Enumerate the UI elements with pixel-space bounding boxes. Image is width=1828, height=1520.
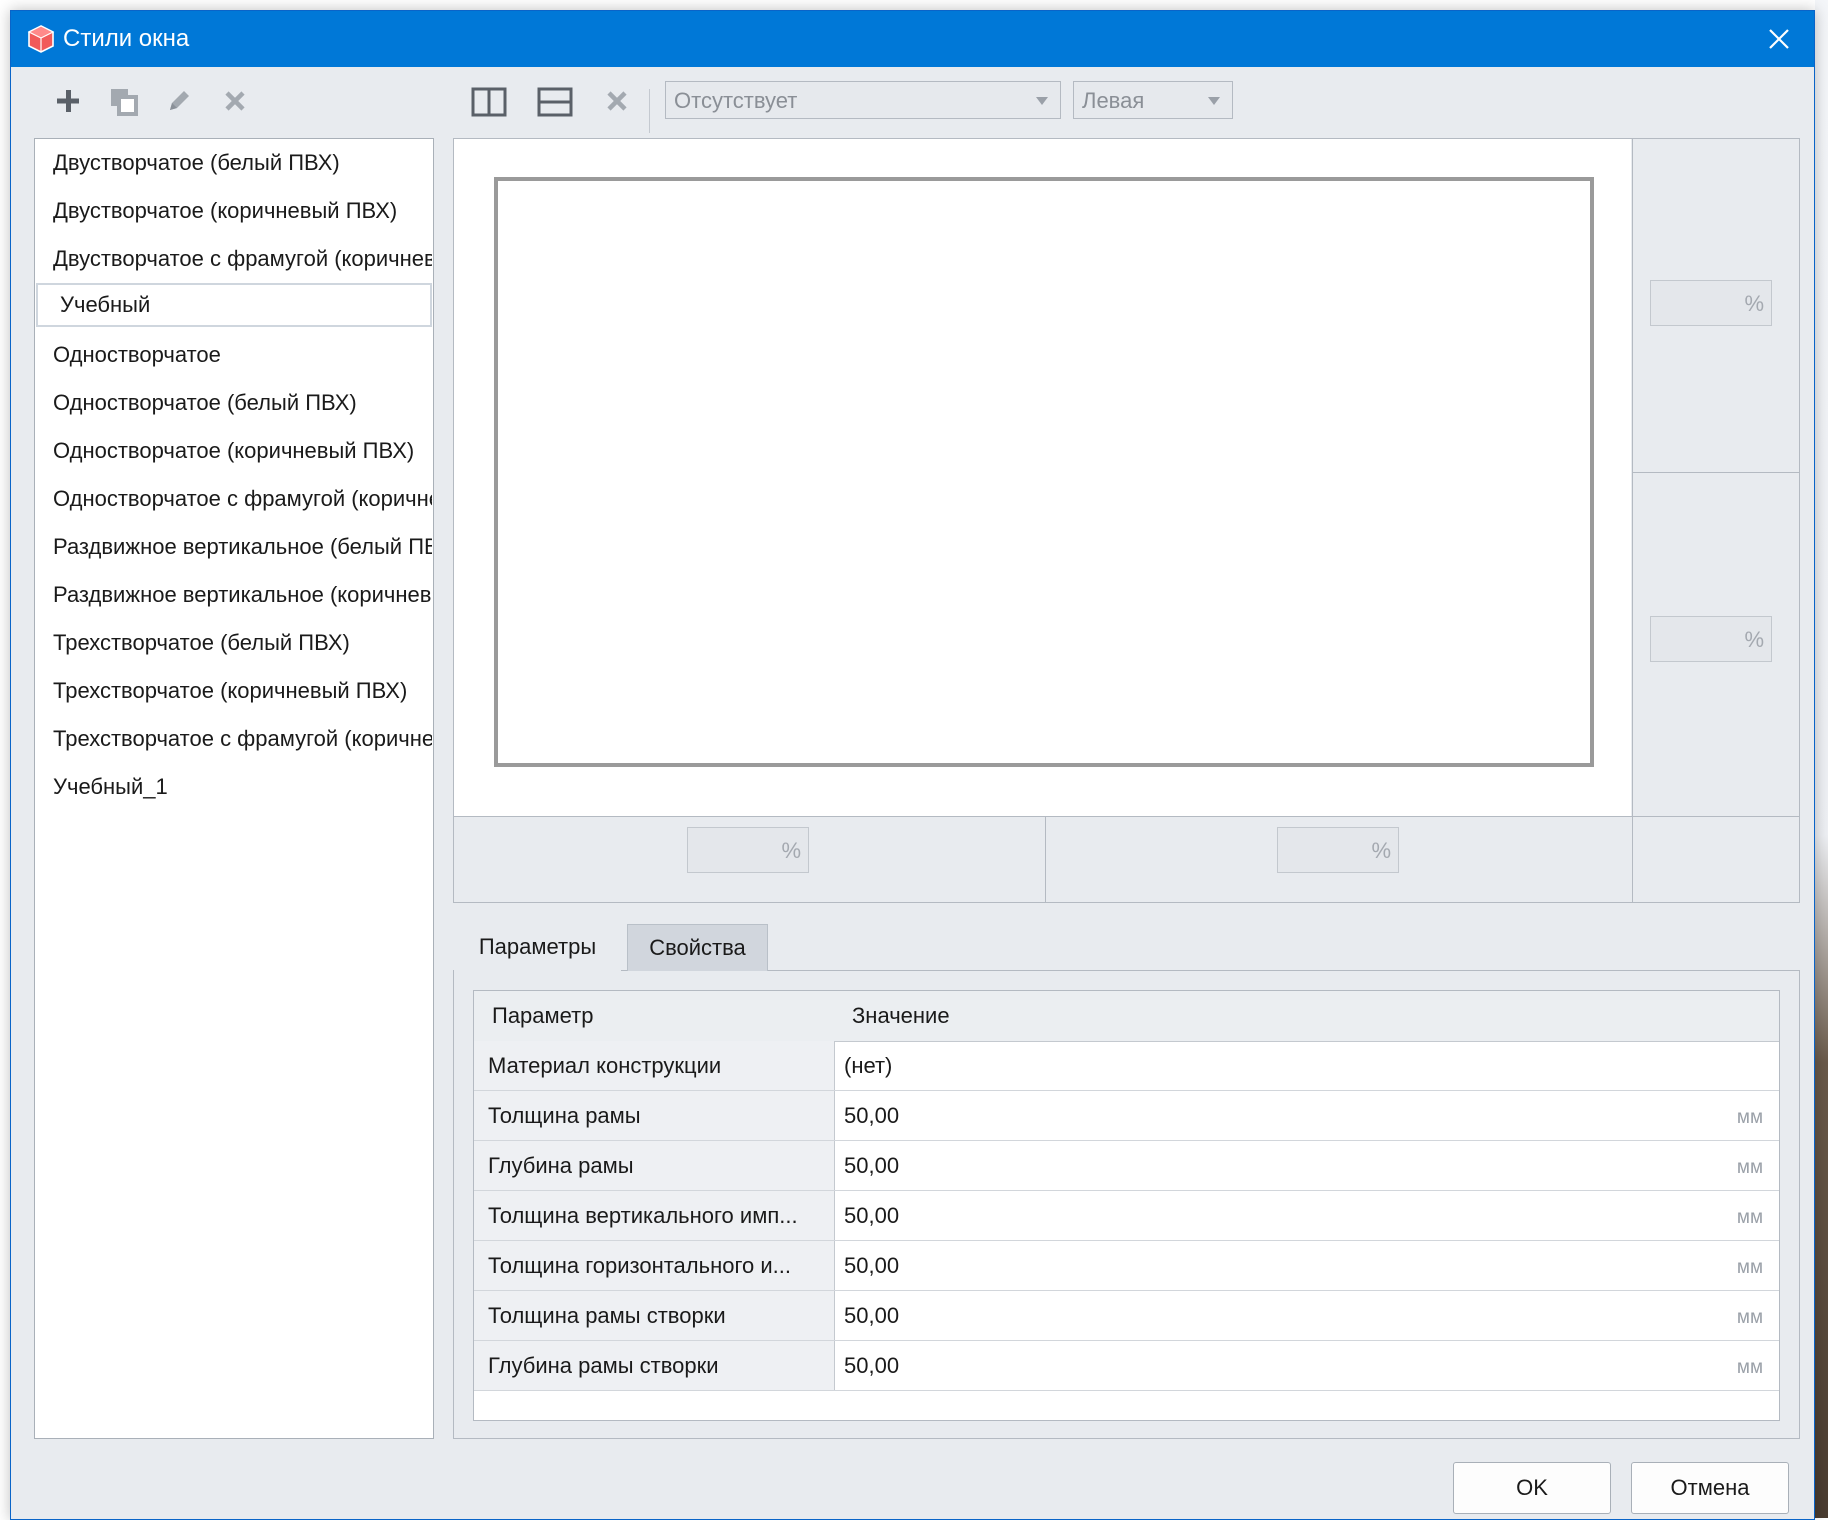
param-unit: мм [1736,1107,1763,1128]
list-item[interactable]: Раздвижное вертикальное (белый ПВХ) [36,525,432,569]
param-value[interactable]: (нет) [844,1041,892,1090]
tab-parameters[interactable]: Параметры [454,924,621,971]
grid-header: Параметр Значение [474,991,1779,1042]
table-row[interactable]: Толщина горизонтального и... 50,00 мм [474,1241,1779,1291]
split-horizontal-icon [537,87,573,117]
list-item[interactable]: Двустворчатое (коричневый ПВХ) [36,189,432,233]
hinge-side-select[interactable]: Левая [1073,81,1233,119]
param-name: Глубина рамы [474,1141,834,1190]
delete-icon [225,91,245,111]
split-vertical-button[interactable] [463,79,507,123]
param-value[interactable]: 50,00 [844,1241,899,1290]
split-vertical-icon [471,87,507,117]
param-unit: мм [1736,1357,1763,1378]
list-item[interactable]: Одностворчатое (белый ПВХ) [36,381,432,425]
delete-style-button[interactable] [213,79,257,123]
tab-properties[interactable]: Свойства [627,924,768,971]
cube-icon [26,24,56,54]
list-item[interactable]: Учебный_1 [36,765,432,809]
list-item-selected[interactable]: Учебный [36,283,432,327]
percent-sign: % [1744,291,1764,316]
list-item[interactable]: Трехстворчатое (коричневый ПВХ) [36,669,432,713]
window-styles-dialog: Стили окна Отсутствует Левая Двустворчат… [10,10,1815,1520]
list-item[interactable]: Одностворчатое (коричневый ПВХ) [36,429,432,473]
param-value[interactable]: 50,00 [844,1141,899,1190]
list-item[interactable]: Трехстворчатое с фрамугой (коричневый ПВ… [36,717,432,761]
list-item[interactable]: Одностворчатое с фрамугой (коричневый ПВ… [36,477,432,521]
row-height-percent-field[interactable]: % [1650,616,1772,662]
preview-divider [1633,472,1799,473]
chevron-down-icon [1208,97,1220,105]
preview-divider [454,816,1799,817]
split-horizontal-button[interactable] [529,79,573,123]
param-value[interactable]: 50,00 [844,1091,899,1140]
param-name: Толщина вертикального имп... [474,1191,834,1240]
chevron-down-icon [1036,97,1048,105]
param-unit: мм [1736,1307,1763,1328]
param-value[interactable]: 50,00 [844,1191,899,1240]
table-row[interactable]: Глубина рамы 50,00 мм [474,1141,1779,1191]
param-name: Толщина рамы [474,1091,834,1140]
table-row[interactable]: Материал конструкции (нет) [474,1041,1779,1091]
percent-sign: % [781,838,801,863]
row-height-percent-field[interactable]: % [1650,280,1772,326]
param-name: Толщина рамы створки [474,1291,834,1340]
list-item[interactable]: Раздвижное вертикальное (коричневый ПВХ) [36,573,432,617]
list-item[interactable]: Двустворчатое (белый ПВХ) [36,141,432,185]
hinge-side-value: Левая [1082,88,1145,113]
column-header-value[interactable]: Значение [852,991,950,1041]
table-row[interactable]: Глубина рамы створки 50,00 мм [474,1341,1779,1391]
param-value[interactable]: 50,00 [844,1291,899,1340]
param-name: Толщина горизонтального и... [474,1241,834,1290]
delete-icon [607,91,627,111]
cancel-button[interactable]: Отмена [1631,1462,1789,1514]
ok-button[interactable]: OK [1453,1462,1611,1514]
percent-sign: % [1371,838,1391,863]
style-list[interactable]: Двустворчатое (белый ПВХ) Двустворчатое … [34,138,434,1439]
table-row[interactable]: Толщина рамы 50,00 мм [474,1091,1779,1141]
window-preview-outline[interactable] [494,177,1594,767]
close-button[interactable] [1744,11,1814,67]
pencil-icon [170,91,189,110]
percent-sign: % [1744,627,1764,652]
column-width-percent-field[interactable]: % [1277,827,1399,873]
list-item[interactable]: Трехстворчатое (белый ПВХ) [36,621,432,665]
window-title: Стили окна [63,25,190,52]
parameters-grid: Параметр Значение Материал конструкции (… [473,990,1780,1421]
column-header-parameter[interactable]: Параметр [492,991,593,1041]
edit-style-button[interactable] [157,79,201,123]
column-width-percent-field[interactable]: % [687,827,809,873]
param-name: Материал конструкции [474,1041,834,1090]
preview-divider [1045,817,1046,902]
param-unit: мм [1736,1207,1763,1228]
toolbar-separator [649,89,650,133]
param-unit: мм [1736,1157,1763,1178]
duplicate-icon [111,89,138,116]
add-style-button[interactable] [46,79,90,123]
param-value[interactable]: 50,00 [844,1341,899,1390]
param-name: Глубина рамы створки [474,1341,834,1390]
title-bar: Стили окна [11,11,1814,67]
preview-divider [1632,139,1633,902]
close-icon [1769,29,1789,49]
plus-icon [57,90,79,112]
opening-type-select[interactable]: Отсутствует [665,81,1061,119]
duplicate-style-button[interactable] [101,79,145,123]
list-item[interactable]: Одностворчатое [36,333,432,377]
table-row[interactable]: Толщина рамы створки 50,00 мм [474,1291,1779,1341]
delete-division-button[interactable] [595,79,639,123]
list-item[interactable]: Двустворчатое с фрамугой (коричневый ПВХ… [36,237,432,281]
opening-type-value: Отсутствует [674,88,798,113]
table-row[interactable]: Толщина вертикального имп... 50,00 мм [474,1191,1779,1241]
background-viewport [1815,0,1828,1518]
param-unit: мм [1736,1257,1763,1278]
